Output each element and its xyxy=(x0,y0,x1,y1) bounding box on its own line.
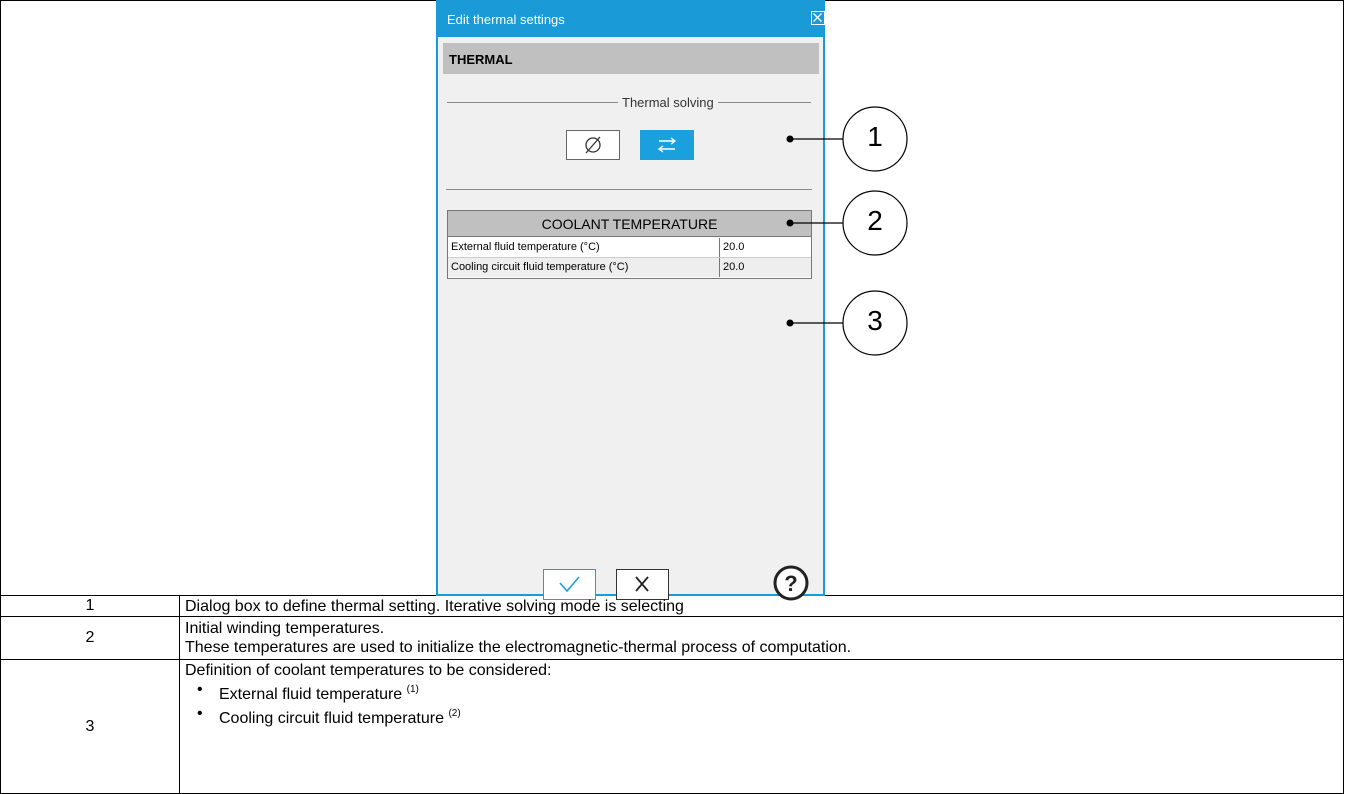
bullet-icon: • xyxy=(197,705,203,722)
row-intro: Definition of coolant temperatures to be… xyxy=(185,662,552,679)
row-line: Dialog box to define thermal setting. It… xyxy=(185,598,684,615)
callout-2-label: 2 xyxy=(867,205,883,236)
row-number: 3 xyxy=(1,660,180,793)
list-item: • External fluid temperature (1) xyxy=(185,680,1339,704)
bullet-text: External fluid temperature (1) xyxy=(219,684,419,703)
bullet-text: Cooling circuit fluid temperature (2) xyxy=(219,708,461,727)
row-number: 2 xyxy=(1,617,180,659)
callout-1-label: 1 xyxy=(867,121,883,152)
table-row: 3 Definition of coolant temperatures to … xyxy=(0,660,1344,794)
document-table: Edit thermal settings THERMAL Thermal so… xyxy=(0,0,1345,794)
bullet-icon: • xyxy=(197,681,203,698)
row-description: Definition of coolant temperatures to be… xyxy=(185,661,1339,728)
row-number: 1 xyxy=(1,596,180,616)
list-item: • Cooling circuit fluid temperature (2) xyxy=(185,704,1339,728)
row-description: Dialog box to define thermal setting. It… xyxy=(185,597,1339,616)
table-row: 1 Dialog box to define thermal setting. … xyxy=(0,596,1344,617)
callout-3-label: 3 xyxy=(867,305,883,336)
row-line: These temperatures are used to initializ… xyxy=(185,639,852,656)
row-description: Initial winding temperatures. These temp… xyxy=(185,619,1339,657)
row-line: Initial winding temperatures. xyxy=(185,620,385,637)
callout-annotations xyxy=(786,106,908,356)
table-row: 2 Initial winding temperatures. These te… xyxy=(0,617,1344,660)
